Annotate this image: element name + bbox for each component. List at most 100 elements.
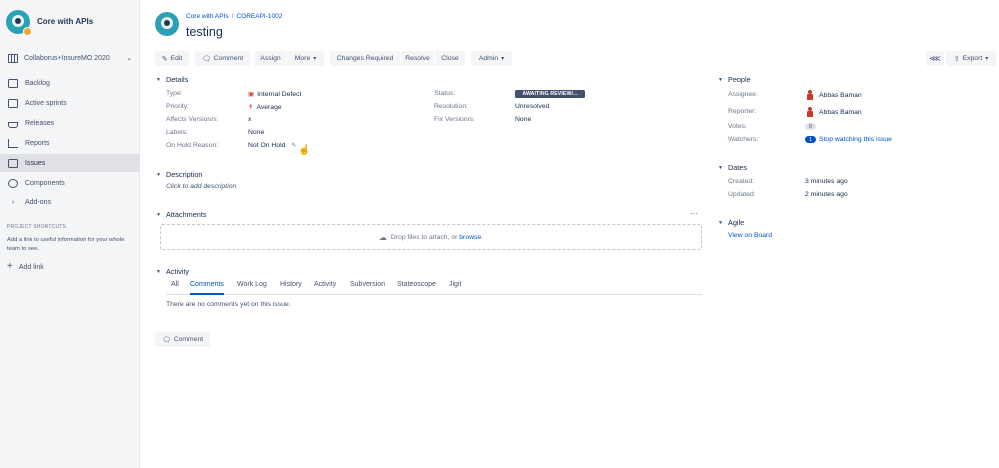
sidebar-item-add-ons[interactable]: › Add-ons — [0, 193, 140, 211]
add-link-button[interactable]: + Add link — [7, 261, 44, 272]
project-avatar[interactable] — [155, 12, 179, 36]
priority-text: Average — [256, 103, 282, 111]
on-hold-reason-value[interactable]: Not On Hold ✎ — [248, 142, 296, 149]
reporter-value[interactable]: Abbas Baman — [806, 107, 862, 117]
on-hold-reason-label: On Hold Reason: — [166, 142, 219, 149]
admin-label: Admin — [478, 55, 499, 62]
affects-version-value[interactable]: x — [248, 116, 251, 123]
chevron-down-icon: ▼ — [156, 211, 161, 218]
type-label: Type: — [166, 90, 183, 97]
watchers-count: 1 — [805, 136, 816, 143]
sidebar-item-backlog[interactable]: Backlog — [0, 74, 140, 92]
attachments-more-icon[interactable]: ··· — [690, 209, 698, 218]
tab-work-log[interactable]: Work Log — [237, 281, 267, 295]
sidebar-item-releases[interactable]: Releases — [0, 114, 140, 132]
more-label: More — [294, 55, 311, 62]
chevron-down-icon: ▼ — [718, 219, 723, 226]
details-section-toggle[interactable]: ▼ Details — [156, 75, 188, 84]
labels-value[interactable]: None — [248, 129, 264, 136]
description-placeholder[interactable]: Click to add description — [166, 183, 236, 190]
plus-icon: + — [7, 261, 13, 272]
breadcrumb-issue-key[interactable]: COREAPI-1002 — [236, 13, 282, 20]
sidebar-item-label: Active sprints — [25, 99, 67, 107]
pencil-icon[interactable]: ✎ — [291, 142, 296, 149]
tab-comments[interactable]: Comments — [190, 281, 224, 295]
tab-history[interactable]: History — [280, 281, 302, 295]
export-button[interactable]: ⇧ Export ▾ — [946, 51, 996, 66]
ship-icon — [8, 121, 18, 128]
sidebar-item-label: Components — [25, 179, 65, 187]
project-name[interactable]: Core with APIs — [37, 17, 93, 26]
votes-count: 0 — [805, 123, 816, 130]
updated-label: Updated: — [728, 191, 756, 198]
comment-button[interactable]: 🗨 Comment — [195, 51, 250, 66]
attachments-section-toggle[interactable]: ▼ Attachments — [156, 210, 207, 219]
share-button[interactable]: ⋘ — [926, 51, 944, 66]
sidebar-item-reports[interactable]: Reports — [0, 134, 140, 152]
activity-section-toggle[interactable]: ▼ Activity — [156, 267, 189, 276]
sidebar-item-label: Add-ons — [25, 198, 52, 206]
view-on-board-link[interactable]: View on Board — [728, 232, 772, 239]
no-comments-message: There are no comments yet on this issue. — [166, 301, 291, 308]
priority-icon: ↟ — [248, 104, 254, 111]
board-icon — [8, 53, 18, 63]
tab-all[interactable]: All — [171, 281, 179, 295]
type-value[interactable]: ▣ Internal Defect — [248, 90, 301, 99]
sidebar-item-issues[interactable]: Issues — [0, 154, 140, 172]
people-heading: People — [727, 75, 751, 84]
admin-button[interactable]: Admin ▾ — [471, 51, 512, 66]
activity-tabs: All Comments Work Log History Activity S… — [166, 281, 702, 295]
sidebar-item-label: Backlog — [25, 79, 50, 87]
activity-heading: Activity — [165, 267, 190, 276]
dates-section-toggle[interactable]: ▼ Dates — [718, 163, 747, 172]
comment-label: Comment — [213, 55, 244, 62]
chevron-down-icon: ▾ — [501, 56, 505, 62]
updated-value: 2 minutes ago — [805, 191, 848, 198]
board-selector-label: Collaborus+InsureMO 2020 — [24, 54, 110, 62]
status-badge[interactable]: AWAITING REVIEW/... — [515, 90, 585, 98]
reporter-label: Reporter: — [728, 108, 757, 115]
tab-activity[interactable]: Activity — [314, 281, 336, 295]
project-sidebar: Core with APIs Collaborus+InsureMO 2020 … — [0, 0, 140, 468]
votes-label: Votes: — [728, 123, 747, 130]
dates-heading: Dates — [727, 163, 748, 172]
description-section-toggle[interactable]: ▼ Description — [156, 170, 202, 179]
browse-link[interactable]: browse. — [459, 234, 483, 241]
stop-watching-link[interactable]: Stop watching this issue — [819, 136, 892, 143]
attachment-dropzone[interactable]: ☁ Drop files to attach, or browse. — [160, 224, 702, 250]
chevron-down-icon: ▾ — [985, 56, 989, 62]
add-comment-button[interactable]: 🗨 Comment — [155, 332, 210, 347]
changes-required-button[interactable]: Changes Required — [330, 51, 400, 66]
tab-subversion[interactable]: Subversion — [350, 281, 385, 295]
resolve-button[interactable]: Resolve — [401, 51, 434, 66]
assign-button[interactable]: Assign — [255, 51, 286, 66]
sidebar-item-components[interactable]: Components — [0, 174, 140, 192]
issue-title[interactable]: testing — [186, 25, 223, 39]
assignee-value[interactable]: Abbas Baman — [806, 90, 862, 100]
created-value: 3 minutes ago — [805, 178, 848, 185]
bug-icon: ▣ — [248, 91, 255, 98]
close-button[interactable]: Close — [435, 51, 465, 66]
fix-version-value[interactable]: None — [515, 116, 531, 123]
comment-icon: 🗨 — [201, 55, 211, 63]
tab-stateoscope[interactable]: Stateoscope — [397, 281, 436, 295]
board-selector[interactable]: Collaborus+InsureMO 2020 ⌄ — [8, 52, 136, 64]
people-section-toggle[interactable]: ▼ People — [718, 75, 751, 84]
edit-button[interactable]: ✎ Edit — [155, 51, 189, 66]
reporter-name: Abbas Baman — [819, 108, 862, 116]
hand-cursor-icon: ☝ — [298, 145, 311, 156]
more-button[interactable]: More ▾ — [287, 51, 324, 66]
tab-jigit[interactable]: Jigit — [449, 281, 461, 295]
breadcrumb-project-link[interactable]: Core with APIs — [186, 13, 229, 20]
priority-value[interactable]: ↟ Average — [248, 103, 282, 112]
agile-section-toggle[interactable]: ▼ Agile — [718, 218, 744, 227]
votes-value[interactable]: 0 — [805, 123, 816, 130]
avatar — [806, 107, 814, 117]
export-icon: ⇧ — [953, 55, 960, 63]
watchers-value[interactable]: 1 Stop watching this issue — [805, 136, 892, 143]
project-badge-icon — [23, 27, 32, 36]
changes-required-label: Changes Required — [336, 55, 394, 62]
sidebar-item-active-sprints[interactable]: Active sprints — [0, 94, 140, 112]
sidebar-item-label: Issues — [25, 159, 46, 167]
export-label: Export — [962, 55, 983, 62]
